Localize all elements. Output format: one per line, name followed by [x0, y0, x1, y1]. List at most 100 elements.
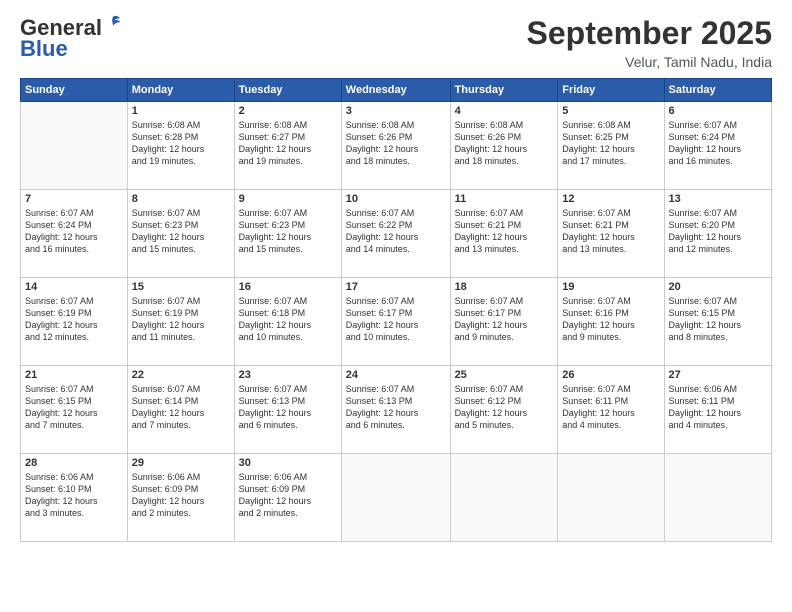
day-number: 18 — [455, 281, 554, 293]
day-number: 4 — [455, 105, 554, 117]
day-number: 3 — [346, 105, 446, 117]
day-info: Sunrise: 6:06 AM Sunset: 6:11 PM Dayligh… — [669, 383, 767, 432]
day-info: Sunrise: 6:07 AM Sunset: 6:21 PM Dayligh… — [455, 207, 554, 256]
day-number: 8 — [132, 193, 230, 205]
calendar-header-tuesday: Tuesday — [234, 79, 341, 102]
day-info: Sunrise: 6:07 AM Sunset: 6:22 PM Dayligh… — [346, 207, 446, 256]
day-info: Sunrise: 6:07 AM Sunset: 6:11 PM Dayligh… — [562, 383, 659, 432]
day-number: 5 — [562, 105, 659, 117]
calendar-cell: 9 Sunrise: 6:07 AM Sunset: 6:23 PM Daylig… — [234, 190, 341, 278]
day-info: Sunrise: 6:07 AM Sunset: 6:18 PM Dayligh… — [239, 295, 337, 344]
calendar-cell: 23Sunrise: 6:07 AM Sunset: 6:13 PM Dayli… — [234, 366, 341, 454]
day-info: Sunrise: 6:07 AM Sunset: 6:20 PM Dayligh… — [669, 207, 767, 256]
calendar-cell — [450, 454, 558, 542]
day-number: 12 — [562, 193, 659, 205]
header: General Blue September 2025 Velur, Tamil… — [20, 15, 772, 70]
calendar-cell: 25 Sunrise: 6:07 AM Sunset: 6:12 PM Dayli… — [450, 366, 558, 454]
calendar-cell — [664, 454, 771, 542]
day-info: Sunrise: 6:07 AM Sunset: 6:23 PM Dayligh… — [132, 207, 230, 256]
day-number: 1 — [132, 105, 230, 117]
day-info: Sunrise: 6:06 AM Sunset: 6:10 PM Dayligh… — [25, 471, 123, 520]
calendar-header-wednesday: Wednesday — [341, 79, 450, 102]
calendar-cell — [341, 454, 450, 542]
calendar-week-1: 1 Sunrise: 6:08 AM Sunset: 6:28 PM Daylig… — [21, 102, 772, 190]
calendar-cell: 21Sunrise: 6:07 AM Sunset: 6:15 PM Dayli… — [21, 366, 128, 454]
calendar-cell: 16 Sunrise: 6:07 AM Sunset: 6:18 PM Dayli… — [234, 278, 341, 366]
day-number: 20 — [669, 281, 767, 293]
calendar-table: SundayMondayTuesdayWednesdayThursdayFrid… — [20, 78, 772, 542]
calendar-cell — [558, 454, 664, 542]
day-info: Sunrise: 6:07 AM Sunset: 6:21 PM Dayligh… — [562, 207, 659, 256]
calendar-cell: 7 Sunrise: 6:07 AM Sunset: 6:24 PM Daylig… — [21, 190, 128, 278]
calendar-week-2: 7 Sunrise: 6:07 AM Sunset: 6:24 PM Daylig… — [21, 190, 772, 278]
calendar-cell: 27 Sunrise: 6:06 AM Sunset: 6:11 PM Dayli… — [664, 366, 771, 454]
day-info: Sunrise: 6:07 AM Sunset: 6:15 PM Dayligh… — [25, 383, 123, 432]
day-info: Sunrise: 6:07 AM Sunset: 6:16 PM Dayligh… — [562, 295, 659, 344]
month-title: September 2025 — [527, 15, 772, 52]
calendar-header-thursday: Thursday — [450, 79, 558, 102]
title-area: September 2025 Velur, Tamil Nadu, India — [527, 15, 772, 70]
calendar-header-row: SundayMondayTuesdayWednesdayThursdayFrid… — [21, 79, 772, 102]
day-number: 10 — [346, 193, 446, 205]
day-info: Sunrise: 6:08 AM Sunset: 6:26 PM Dayligh… — [455, 119, 554, 168]
day-info: Sunrise: 6:08 AM Sunset: 6:26 PM Dayligh… — [346, 119, 446, 168]
logo-blue-text: Blue — [20, 36, 122, 62]
day-number: 26 — [562, 369, 659, 381]
calendar-cell: 22Sunrise: 6:07 AM Sunset: 6:14 PM Dayli… — [127, 366, 234, 454]
day-number: 14 — [25, 281, 123, 293]
calendar-week-4: 21Sunrise: 6:07 AM Sunset: 6:15 PM Dayli… — [21, 366, 772, 454]
calendar-cell: 2Sunrise: 6:08 AM Sunset: 6:27 PM Daylig… — [234, 102, 341, 190]
day-number: 30 — [239, 457, 337, 469]
day-number: 11 — [455, 193, 554, 205]
day-info: Sunrise: 6:06 AM Sunset: 6:09 PM Dayligh… — [239, 471, 337, 520]
logo: General Blue — [20, 15, 122, 62]
day-number: 16 — [239, 281, 337, 293]
location: Velur, Tamil Nadu, India — [527, 54, 772, 70]
day-number: 25 — [455, 369, 554, 381]
day-info: Sunrise: 6:08 AM Sunset: 6:25 PM Dayligh… — [562, 119, 659, 168]
calendar-week-3: 14 Sunrise: 6:07 AM Sunset: 6:19 PM Dayli… — [21, 278, 772, 366]
day-info: Sunrise: 6:06 AM Sunset: 6:09 PM Dayligh… — [132, 471, 230, 520]
page: General Blue September 2025 Velur, Tamil… — [0, 0, 792, 612]
day-number: 13 — [669, 193, 767, 205]
day-number: 19 — [562, 281, 659, 293]
day-number: 9 — [239, 193, 337, 205]
day-info: Sunrise: 6:07 AM Sunset: 6:12 PM Dayligh… — [455, 383, 554, 432]
day-info: Sunrise: 6:07 AM Sunset: 6:15 PM Dayligh… — [669, 295, 767, 344]
day-info: Sunrise: 6:07 AM Sunset: 6:14 PM Dayligh… — [132, 383, 230, 432]
day-info: Sunrise: 6:07 AM Sunset: 6:13 PM Dayligh… — [239, 383, 337, 432]
day-info: Sunrise: 6:07 AM Sunset: 6:23 PM Dayligh… — [239, 207, 337, 256]
calendar-cell: 3 Sunrise: 6:08 AM Sunset: 6:26 PM Daylig… — [341, 102, 450, 190]
calendar-header-sunday: Sunday — [21, 79, 128, 102]
calendar-cell: 29 Sunrise: 6:06 AM Sunset: 6:09 PM Dayli… — [127, 454, 234, 542]
calendar-header-saturday: Saturday — [664, 79, 771, 102]
calendar-cell: 15Sunrise: 6:07 AM Sunset: 6:19 PM Dayli… — [127, 278, 234, 366]
day-number: 24 — [346, 369, 446, 381]
day-number: 6 — [669, 105, 767, 117]
calendar-cell: 10 Sunrise: 6:07 AM Sunset: 6:22 PM Dayli… — [341, 190, 450, 278]
calendar-cell: 30 Sunrise: 6:06 AM Sunset: 6:09 PM Dayli… — [234, 454, 341, 542]
day-info: Sunrise: 6:08 AM Sunset: 6:28 PM Dayligh… — [132, 119, 230, 168]
calendar-cell: 8 Sunrise: 6:07 AM Sunset: 6:23 PM Daylig… — [127, 190, 234, 278]
calendar-cell: 18Sunrise: 6:07 AM Sunset: 6:17 PM Dayli… — [450, 278, 558, 366]
day-number: 28 — [25, 457, 123, 469]
calendar-cell: 17Sunrise: 6:07 AM Sunset: 6:17 PM Dayli… — [341, 278, 450, 366]
calendar-week-5: 28 Sunrise: 6:06 AM Sunset: 6:10 PM Dayli… — [21, 454, 772, 542]
calendar-cell: 24Sunrise: 6:07 AM Sunset: 6:13 PM Dayli… — [341, 366, 450, 454]
day-number: 7 — [25, 193, 123, 205]
calendar-cell: 14 Sunrise: 6:07 AM Sunset: 6:19 PM Dayli… — [21, 278, 128, 366]
calendar-cell: 20 Sunrise: 6:07 AM Sunset: 6:15 PM Dayli… — [664, 278, 771, 366]
day-number: 27 — [669, 369, 767, 381]
day-info: Sunrise: 6:07 AM Sunset: 6:24 PM Dayligh… — [25, 207, 123, 256]
calendar-header-monday: Monday — [127, 79, 234, 102]
day-number: 17 — [346, 281, 446, 293]
calendar-cell: 12 Sunrise: 6:07 AM Sunset: 6:21 PM Dayli… — [558, 190, 664, 278]
calendar-cell: 26 Sunrise: 6:07 AM Sunset: 6:11 PM Dayli… — [558, 366, 664, 454]
day-number: 2 — [239, 105, 337, 117]
day-info: Sunrise: 6:07 AM Sunset: 6:19 PM Dayligh… — [25, 295, 123, 344]
logo-bird-icon — [104, 15, 122, 33]
day-number: 29 — [132, 457, 230, 469]
calendar-cell: 11 Sunrise: 6:07 AM Sunset: 6:21 PM Dayli… — [450, 190, 558, 278]
calendar-cell: 4 Sunrise: 6:08 AM Sunset: 6:26 PM Daylig… — [450, 102, 558, 190]
day-info: Sunrise: 6:07 AM Sunset: 6:24 PM Dayligh… — [669, 119, 767, 168]
